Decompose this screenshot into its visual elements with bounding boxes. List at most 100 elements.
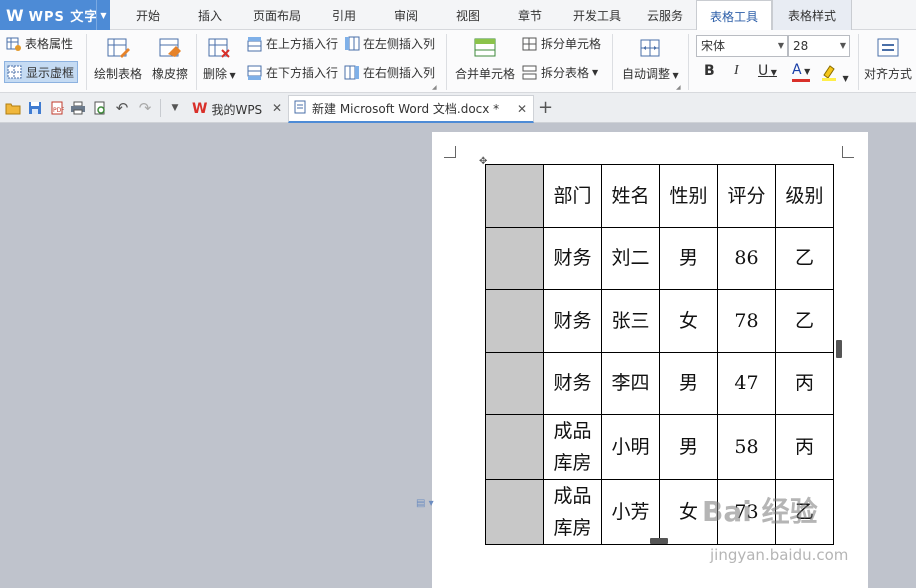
show-gridlines-button[interactable]: 显示虚框 xyxy=(4,61,79,83)
font-color-button[interactable]: A ▼ xyxy=(792,63,811,82)
print-preview-icon[interactable] xyxy=(91,99,109,117)
shaded-cell[interactable] xyxy=(485,226,544,290)
auto-fit-button[interactable]: 自动调整 ▼ xyxy=(622,36,679,82)
score-cell[interactable]: 47 xyxy=(717,351,776,415)
score-cell[interactable]: 86 xyxy=(717,226,776,290)
tab-chapter[interactable]: 章节 xyxy=(500,0,560,30)
table-properties-icon xyxy=(6,36,22,52)
dept-cell[interactable]: 成品 库房 xyxy=(543,414,602,480)
gender-cell[interactable]: 女 xyxy=(659,289,718,353)
split-table-button[interactable]: 拆分表格 ▼ xyxy=(522,64,598,81)
close-icon[interactable]: ✕ xyxy=(517,102,527,116)
split-cells-icon xyxy=(522,36,538,52)
name-cell[interactable]: 张三 xyxy=(601,289,660,353)
open-folder-icon[interactable] xyxy=(4,99,22,117)
delete-table-icon xyxy=(206,36,232,60)
font-name-select[interactable]: 宋体 ▼ xyxy=(696,35,788,57)
header-cell-dept[interactable]: 部门 xyxy=(543,164,602,228)
eraser-icon xyxy=(157,36,183,60)
split-cells-button[interactable]: 拆分单元格 xyxy=(522,35,601,52)
redo-icon[interactable]: ↷ xyxy=(136,99,154,117)
draw-table-icon xyxy=(105,36,131,60)
save-icon[interactable] xyxy=(26,99,44,117)
new-tab-icon[interactable]: + xyxy=(538,97,553,118)
name-cell[interactable]: 刘二 xyxy=(601,226,660,290)
table-row: 财务 李四 男 47 丙 xyxy=(485,351,834,415)
tab-document[interactable]: 新建 Microsoft Word 文档.docx * ✕ xyxy=(288,95,534,123)
eraser-button[interactable]: 橡皮擦 xyxy=(152,36,188,82)
chevron-down-icon[interactable]: ▼ xyxy=(166,99,184,117)
dept-cell[interactable]: 财务 xyxy=(543,289,602,353)
tab-cloud[interactable]: 云服务 xyxy=(634,0,696,30)
dept-cell[interactable]: 财务 xyxy=(543,226,602,290)
grade-cell[interactable]: 丙 xyxy=(775,414,834,480)
gender-cell[interactable]: 男 xyxy=(659,414,718,480)
export-pdf-icon[interactable]: PDF xyxy=(48,99,66,117)
tab-view[interactable]: 视图 xyxy=(438,0,498,30)
dept-cell[interactable]: 成品 库房 xyxy=(543,479,602,545)
tab-my-wps[interactable]: W 我的WPS ✕ xyxy=(186,95,286,123)
tab-developer[interactable]: 开发工具 xyxy=(564,0,630,30)
draw-table-button[interactable]: 绘制表格 xyxy=(94,36,142,82)
insert-row-below-button[interactable]: 在下方插入行 xyxy=(247,64,338,81)
insert-row-below-label: 在下方插入行 xyxy=(266,66,339,80)
group-expand-icon[interactable]: ◢ xyxy=(432,84,437,91)
tab-page-layout[interactable]: 页面布局 xyxy=(242,0,312,30)
delete-button[interactable]: 删除 ▼ xyxy=(203,36,236,82)
header-cell-name[interactable]: 姓名 xyxy=(601,164,660,228)
data-table[interactable]: 部门 姓名 性别 评分 级别 财务 刘二 男 86 乙 财务 张三 女 78 乙… xyxy=(485,164,834,545)
insert-col-right-button[interactable]: 在右侧插入列 xyxy=(344,64,435,81)
underline-button[interactable]: U ▼ xyxy=(758,63,777,79)
tab-start[interactable]: 开始 xyxy=(118,0,178,30)
chevron-down-icon: ▼ xyxy=(592,68,599,77)
header-cell-grade[interactable]: 级别 xyxy=(775,164,834,228)
shaded-cell[interactable] xyxy=(485,479,544,545)
dept-cell[interactable]: 财务 xyxy=(543,351,602,415)
bold-button[interactable]: B xyxy=(704,63,715,79)
highlight-button[interactable]: ▼ xyxy=(820,63,849,85)
italic-button[interactable]: I xyxy=(734,63,739,79)
header-cell-gender[interactable]: 性别 xyxy=(659,164,718,228)
table-resize-handle[interactable] xyxy=(650,538,668,544)
gender-cell[interactable]: 男 xyxy=(659,226,718,290)
score-cell[interactable]: 58 xyxy=(717,414,776,480)
insert-row-above-label: 在上方插入行 xyxy=(266,37,339,51)
header-cell-score[interactable]: 评分 xyxy=(717,164,776,228)
shaded-cell[interactable] xyxy=(485,289,544,353)
table-row: 财务 张三 女 78 乙 xyxy=(485,289,834,353)
font-size-select[interactable]: 28 ▼ xyxy=(788,35,850,57)
tab-references[interactable]: 引用 xyxy=(316,0,372,30)
table-properties-button[interactable]: 表格属性 xyxy=(6,35,73,52)
align-button[interactable]: 对齐方式 xyxy=(864,36,912,82)
grade-cell[interactable]: 丙 xyxy=(775,351,834,415)
shaded-cell[interactable] xyxy=(485,414,544,480)
chevron-down-icon: ▼ xyxy=(670,71,679,80)
insert-col-left-button[interactable]: 在左侧插入列 xyxy=(344,35,435,52)
score-cell[interactable]: 78 xyxy=(717,289,776,353)
undo-icon[interactable]: ↶ xyxy=(113,99,131,117)
divider xyxy=(160,99,161,117)
chevron-down-icon[interactable]: ▼ xyxy=(96,0,110,30)
name-cell[interactable]: 李四 xyxy=(601,351,660,415)
tab-insert[interactable]: 插入 xyxy=(180,0,240,30)
app-menu-button[interactable]: W WPS 文字 ▼ xyxy=(0,0,110,30)
table-row: 成品 库房 小明 男 58 丙 xyxy=(485,414,834,480)
table-resize-handle[interactable] xyxy=(836,340,842,358)
name-cell[interactable]: 小明 xyxy=(601,414,660,480)
paragraph-marker-icon[interactable]: ▤ ▾ xyxy=(416,498,434,509)
grade-cell[interactable]: 乙 xyxy=(775,226,834,290)
grade-cell[interactable]: 乙 xyxy=(775,289,834,353)
gender-cell[interactable]: 男 xyxy=(659,351,718,415)
shaded-cell[interactable] xyxy=(485,164,544,228)
insert-row-above-button[interactable]: 在上方插入行 xyxy=(247,35,338,52)
print-icon[interactable] xyxy=(69,99,87,117)
merge-cells-button[interactable]: 合并单元格 xyxy=(455,36,515,82)
tab-review[interactable]: 审阅 xyxy=(376,0,436,30)
delete-label: 删除 xyxy=(203,67,228,81)
tab-table-style[interactable]: 表格样式 xyxy=(772,0,852,30)
name-cell[interactable]: 小芳 xyxy=(601,479,660,545)
group-expand-icon[interactable]: ◢ xyxy=(676,84,681,91)
shaded-cell[interactable] xyxy=(485,351,544,415)
tab-table-tools[interactable]: 表格工具 xyxy=(696,0,772,31)
close-icon[interactable]: ✕ xyxy=(272,101,282,115)
